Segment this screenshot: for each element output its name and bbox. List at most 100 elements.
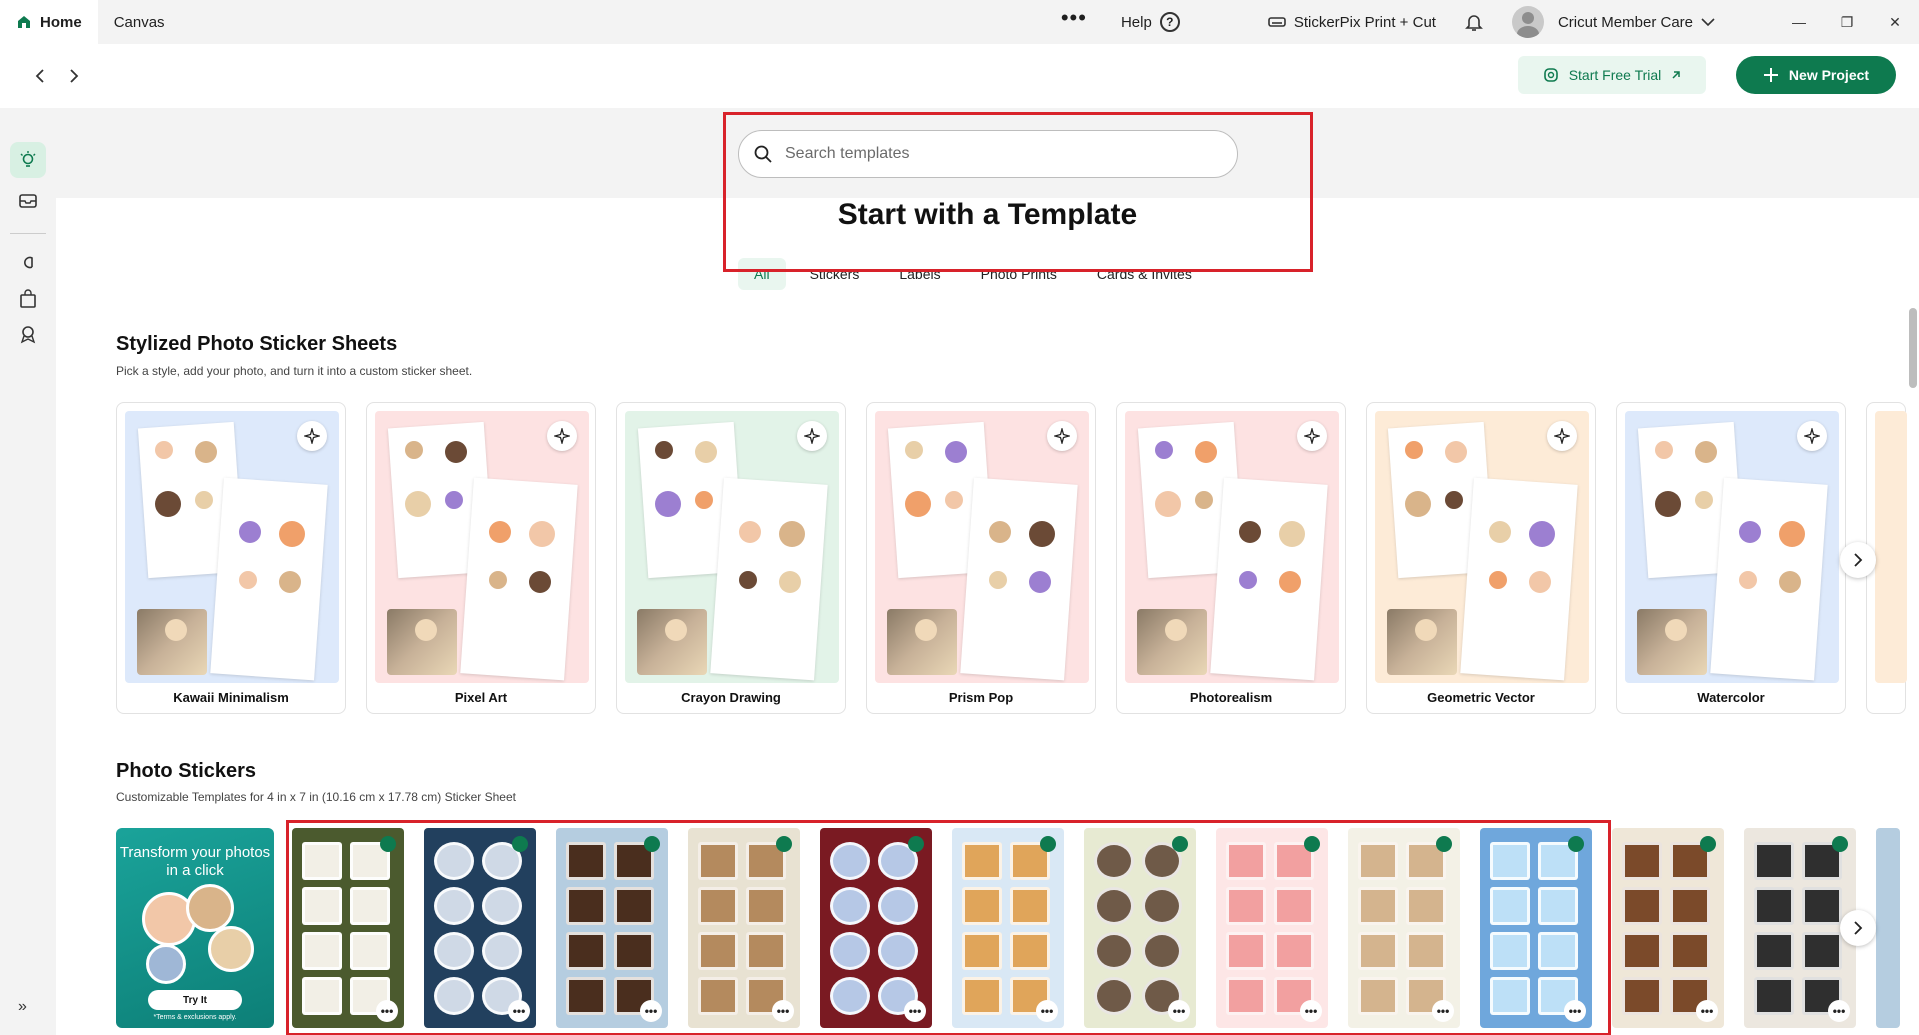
sticker-slot xyxy=(302,842,342,880)
premium-crown-icon xyxy=(512,836,528,852)
home-icon xyxy=(18,16,30,28)
promo-photo-circle xyxy=(186,884,234,932)
more-options-button[interactable]: ••• xyxy=(640,1000,662,1022)
close-button[interactable]: ✕ xyxy=(1871,0,1919,44)
machine-button[interactable]: StickerPix Print + Cut xyxy=(1254,0,1450,44)
photo-sticker-template[interactable]: ••• xyxy=(1216,828,1328,1028)
more-options-button[interactable]: ••• xyxy=(1564,1000,1586,1022)
sticker-slot xyxy=(1490,842,1530,880)
chevron-right-icon xyxy=(70,69,79,83)
sticker-slot xyxy=(1754,932,1794,970)
rail-cricut-access[interactable] xyxy=(10,244,46,280)
tab-labels[interactable]: Labels xyxy=(883,258,956,290)
sticker-sheet xyxy=(1460,477,1578,681)
photo-sticker-template[interactable]: ••• xyxy=(424,828,536,1028)
style-card[interactable]: Photorealism xyxy=(1116,402,1346,714)
more-options-button[interactable]: ••• xyxy=(1168,1000,1190,1022)
more-options-button[interactable]: ••• xyxy=(1300,1000,1322,1022)
more-options-button[interactable]: ••• xyxy=(772,1000,794,1022)
photo-stickers-next-button[interactable] xyxy=(1840,910,1876,946)
photo-sticker-template[interactable]: ••• xyxy=(1348,828,1460,1028)
tab-home[interactable]: Home xyxy=(0,0,98,44)
more-options-button[interactable]: ••• xyxy=(1696,1000,1718,1022)
sticker-slot xyxy=(1622,932,1662,970)
photo-sticker-template[interactable]: ••• xyxy=(952,828,1064,1028)
promo-photo-circle xyxy=(146,944,186,984)
style-card[interactable]: Crayon Drawing xyxy=(616,402,846,714)
tab-cards-invites[interactable]: Cards & Invites xyxy=(1081,258,1208,290)
promo-photo-circle xyxy=(208,926,254,972)
rail-shop[interactable] xyxy=(10,281,46,317)
more-options-button[interactable]: ••• xyxy=(1828,1000,1850,1022)
more-options-button[interactable]: ••• xyxy=(1047,0,1101,44)
sticker-dot xyxy=(489,521,511,543)
sticker-dot xyxy=(1779,571,1801,593)
more-options-button[interactable]: ••• xyxy=(1036,1000,1058,1022)
chevron-down-icon xyxy=(1701,18,1715,27)
notifications-button[interactable] xyxy=(1450,0,1498,44)
expand-rail-button[interactable]: » xyxy=(18,998,27,1016)
sticker-dot xyxy=(1239,571,1257,589)
premium-crown-icon xyxy=(1040,836,1056,852)
tab-canvas[interactable]: Canvas xyxy=(98,0,181,44)
account-name: Cricut Member Care xyxy=(1557,13,1693,31)
scrollbar[interactable] xyxy=(1909,308,1917,388)
sticker-dot xyxy=(779,521,805,547)
more-options-button[interactable]: ••• xyxy=(1432,1000,1454,1022)
style-card[interactable]: Kawaii Minimalism xyxy=(116,402,346,714)
photo-sticker-template[interactable]: ••• xyxy=(1612,828,1724,1028)
sticker-slot xyxy=(830,887,870,925)
promo-card[interactable]: Transform your photos in a click Try It … xyxy=(116,828,274,1028)
minimize-button[interactable]: — xyxy=(1775,0,1823,44)
chevron-right-icon xyxy=(1854,553,1863,567)
photo-sticker-template-partial[interactable] xyxy=(1876,828,1900,1028)
toolbar: Start Free Trial New Project xyxy=(0,44,1919,108)
sticker-slot xyxy=(962,842,1002,880)
search-box[interactable] xyxy=(738,130,1238,178)
style-card[interactable]: Pixel Art xyxy=(366,402,596,714)
photo-sticker-template[interactable]: ••• xyxy=(1480,828,1592,1028)
style-card[interactable]: Prism Pop xyxy=(866,402,1096,714)
more-options-button[interactable]: ••• xyxy=(904,1000,926,1022)
category-tabs: All Stickers Labels Photo Prints Cards &… xyxy=(738,258,1208,290)
sticker-slot xyxy=(434,932,474,970)
rail-inspiration[interactable] xyxy=(10,142,46,178)
back-button[interactable] xyxy=(26,62,54,90)
sticker-dot xyxy=(279,571,301,593)
search-input[interactable] xyxy=(785,145,1205,163)
rail-rewards[interactable] xyxy=(10,316,46,352)
tab-canvas-label: Canvas xyxy=(113,13,165,31)
sticker-sheet xyxy=(1210,477,1328,681)
restore-button[interactable]: ❐ xyxy=(1823,0,1871,44)
sticker-dot xyxy=(1155,441,1173,459)
stylized-next-button[interactable] xyxy=(1840,542,1876,578)
tab-stickers[interactable]: Stickers xyxy=(794,258,876,290)
photo-sticker-template[interactable]: ••• xyxy=(820,828,932,1028)
tab-photo-prints[interactable]: Photo Prints xyxy=(965,258,1073,290)
forward-button[interactable] xyxy=(60,62,88,90)
source-photo xyxy=(1387,609,1457,675)
photo-sticker-template[interactable]: ••• xyxy=(1084,828,1196,1028)
new-project-button[interactable]: New Project xyxy=(1736,56,1896,94)
tab-all[interactable]: All xyxy=(738,258,786,290)
premium-crown-icon xyxy=(1700,836,1716,852)
style-card[interactable]: Watercolor xyxy=(1616,402,1846,714)
rail-inbox[interactable] xyxy=(10,183,46,219)
photo-sticker-template[interactable]: ••• xyxy=(688,828,800,1028)
more-options-button[interactable]: ••• xyxy=(508,1000,530,1022)
style-card[interactable]: Geometric Vector xyxy=(1366,402,1596,714)
inbox-icon xyxy=(19,194,37,208)
more-options-button[interactable]: ••• xyxy=(376,1000,398,1022)
sticker-slot xyxy=(1226,842,1266,880)
try-it-button[interactable]: Try It xyxy=(148,990,242,1010)
sticker-dot xyxy=(1445,441,1467,463)
help-button[interactable]: Help ? xyxy=(1107,0,1194,44)
sticker-dot xyxy=(695,491,713,509)
photo-sticker-template[interactable]: ••• xyxy=(556,828,668,1028)
account-menu[interactable]: Cricut Member Care xyxy=(1498,0,1729,44)
sticker-dot xyxy=(155,491,181,517)
sticker-slot xyxy=(962,932,1002,970)
photo-sticker-template[interactable]: ••• xyxy=(292,828,404,1028)
sticker-dot xyxy=(1695,441,1717,463)
start-free-trial-button[interactable]: Start Free Trial xyxy=(1518,56,1706,94)
